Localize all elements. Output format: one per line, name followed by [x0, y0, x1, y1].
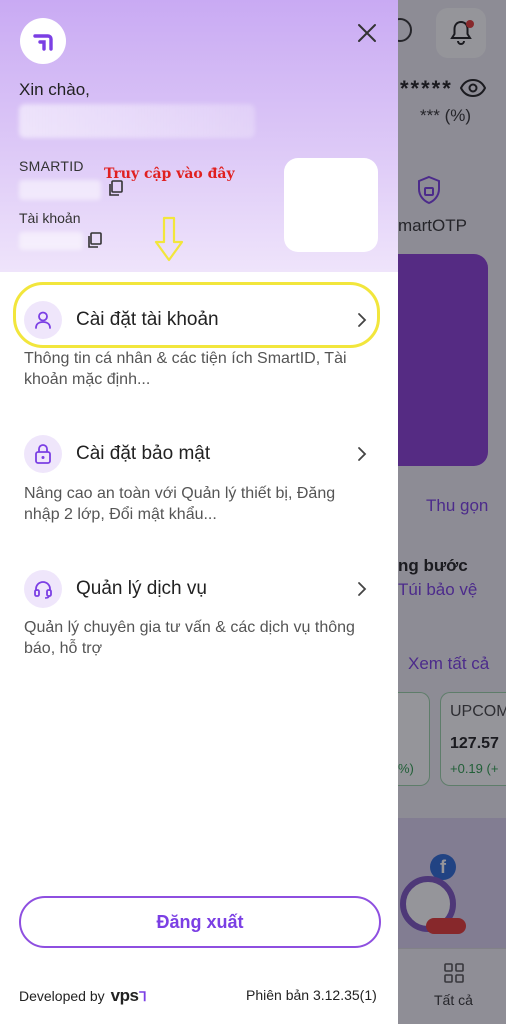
account-value-redacted	[19, 232, 83, 250]
user-name-redacted	[19, 104, 255, 138]
app-logo	[20, 18, 66, 64]
copy-account-button[interactable]	[86, 232, 102, 254]
developer-credit: Developed by vps ⅂	[19, 986, 147, 1006]
chevron-right-icon	[358, 447, 367, 461]
menu-label: Quản lý dịch vụ	[76, 578, 207, 599]
menu-label: Cài đặt bảo mật	[76, 443, 211, 464]
logout-button[interactable]: Đăng xuất	[19, 896, 381, 948]
vps-mark-icon: ⅂	[139, 989, 147, 1004]
lock-icon	[24, 435, 62, 473]
arrow-down-icon	[154, 216, 184, 262]
smartid-value-redacted	[19, 180, 101, 200]
copy-icon	[109, 180, 123, 196]
menu-description: Thông tin cá nhân & các tiện ích SmartID…	[24, 350, 347, 388]
chevron-right-icon	[358, 313, 367, 327]
greeting: Xin chào,	[19, 80, 90, 99]
qr-code[interactable]	[284, 158, 378, 252]
menu-description: Nâng cao an toàn với Quản lý thiết bị, Đ…	[24, 485, 336, 523]
headset-icon	[24, 570, 62, 608]
developed-by-text: Developed by	[19, 988, 105, 1004]
vps-logo-icon	[33, 34, 53, 51]
account-label: Tài khoản	[19, 210, 81, 226]
side-drawer: Xin chào, SMARTID Truy cập vào đây Tài k…	[0, 0, 398, 1024]
drawer-header: Xin chào, SMARTID Truy cập vào đây Tài k…	[0, 0, 398, 272]
app-version: Phiên bản 3.12.35(1)	[246, 987, 377, 1003]
user-icon	[24, 301, 62, 339]
smartid-label: SMARTID	[19, 158, 84, 174]
close-icon	[358, 24, 376, 42]
menu-description: Quản lý chuyên gia tư vấn & các dịch vụ …	[24, 619, 355, 657]
annotation-text: Truy cập vào đây	[104, 166, 235, 182]
menu-label: Cài đặt tài khoản	[76, 309, 219, 330]
chevron-right-icon	[358, 582, 367, 596]
close-button[interactable]	[352, 18, 382, 48]
copy-smartid-button[interactable]	[107, 180, 123, 202]
copy-icon	[88, 232, 102, 248]
vps-brand: vps	[110, 986, 139, 1005]
